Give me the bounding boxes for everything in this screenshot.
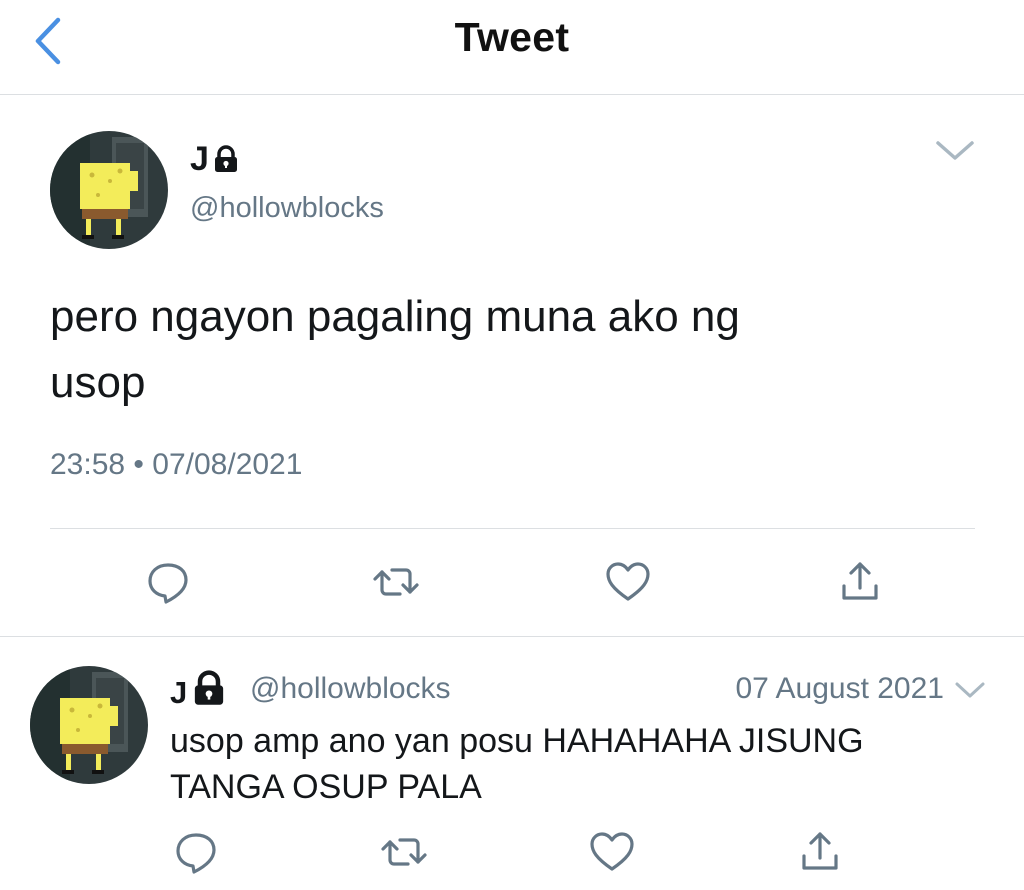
tweet-date: 07 August 2021 xyxy=(735,672,944,705)
share-button[interactable] xyxy=(796,828,844,876)
display-name-text: J xyxy=(170,675,188,710)
divider xyxy=(0,636,1024,637)
reply-button[interactable] xyxy=(144,558,192,606)
display-name[interactable]: J xyxy=(190,140,239,182)
display-name[interactable]: J xyxy=(170,670,227,714)
reply-icon xyxy=(148,563,188,604)
user-handle[interactable]: @hollowblocks xyxy=(190,192,384,225)
retweet-icon xyxy=(381,838,427,866)
tweet-timestamp: 23:58 • 07/08/2021 xyxy=(50,448,302,482)
tweet-text-line: pero ngayon pagaling muna ako ng xyxy=(50,292,740,341)
tweet-text-line: usop amp ano yan posu HAHAHAHA JISUNG xyxy=(170,722,864,760)
chevron-down-icon xyxy=(955,682,985,698)
reply-button[interactable] xyxy=(172,828,220,876)
chevron-down-icon xyxy=(936,141,974,160)
header-bar: Tweet xyxy=(0,0,1024,95)
lock-icon xyxy=(191,670,227,714)
user-handle[interactable]: @hollowblocks xyxy=(250,672,451,706)
retweet-button[interactable] xyxy=(380,828,428,876)
share-icon xyxy=(802,832,838,870)
avatar[interactable] xyxy=(50,131,168,249)
divider xyxy=(50,528,975,529)
retweet-button[interactable] xyxy=(372,558,420,606)
more-options-button[interactable] xyxy=(954,680,986,700)
share-icon xyxy=(842,562,878,600)
lock-icon xyxy=(213,143,239,182)
share-button[interactable] xyxy=(836,558,884,606)
reply-icon xyxy=(176,833,216,874)
avatar[interactable] xyxy=(30,666,148,784)
tweet-date: 07/08/2021 xyxy=(152,448,303,481)
heart-icon xyxy=(590,832,634,871)
tweet-text: pero ngayon pagaling muna ako ng usop xyxy=(50,284,950,416)
like-button[interactable] xyxy=(604,558,652,606)
tweet-text-line: usop xyxy=(50,358,146,407)
tweet-time: 23:58 xyxy=(50,448,126,481)
heart-icon xyxy=(606,562,650,601)
more-options-button[interactable] xyxy=(934,138,976,164)
like-button[interactable] xyxy=(588,828,636,876)
tweet-text: usop amp ano yan posu HAHAHAHA JISUNG TA… xyxy=(170,718,1000,810)
retweet-icon xyxy=(373,568,419,596)
page-title: Tweet xyxy=(454,14,570,60)
separator-dot: • xyxy=(133,448,144,481)
tweet-text-line: TANGA OSUP PALA xyxy=(170,768,482,806)
display-name-text: J xyxy=(190,140,209,178)
